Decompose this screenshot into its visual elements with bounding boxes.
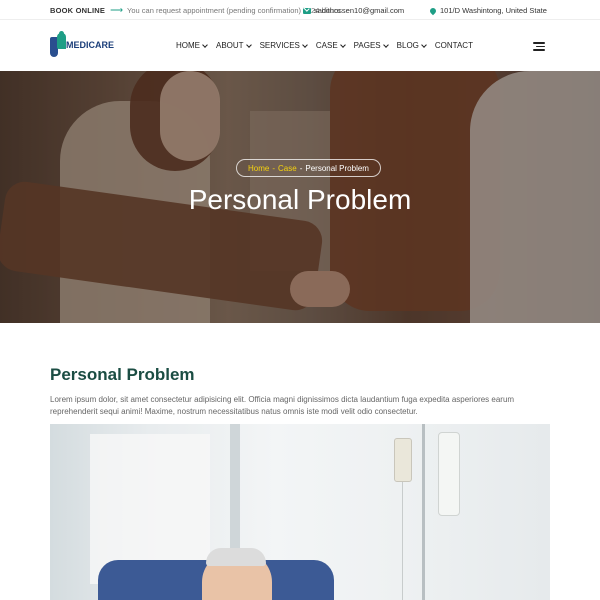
chevron-down-icon [302,41,308,48]
email-text[interactable]: sadithossen10@gmail.com [314,6,404,15]
breadcrumb-current: Personal Problem [305,163,369,173]
nav-item-services[interactable]: SERVICES [259,41,308,50]
nav-label: BLOG [396,41,419,50]
chevron-down-icon [382,41,389,48]
chevron-down-icon [202,41,208,48]
nav-item-pages[interactable]: PAGES [353,41,389,50]
mail-icon [303,7,311,14]
breadcrumb: Home - Case - Personal Problem [236,159,381,177]
location-pin-icon [428,6,438,15]
photo-iv-tube [402,482,403,600]
chevron-down-icon [339,41,346,48]
breadcrumb-home[interactable]: Home [248,164,269,173]
chevron-down-icon [421,41,427,48]
photo-iv-bag [438,432,460,516]
book-online-link[interactable]: BOOK ONLINE [50,6,105,15]
section-paragraph: Lorem ipsum dolor, sit amet consectetur … [50,395,515,416]
section-title: Personal Problem [50,365,195,384]
booking-info: BOOK ONLINE ⟶ You can request appointmen… [50,5,340,16]
top-info-bar: BOOK ONLINE ⟶ You can request appointmen… [0,0,600,20]
breadcrumb-separator: - [272,163,276,173]
nav-label: PAGES [353,41,381,50]
photo-patient-hair [206,548,266,566]
case-photo [50,424,550,600]
nav-label: CONTACT [434,41,473,50]
chevron-down-icon [245,41,252,48]
logo-mark-icon [50,31,66,59]
nav-label: HOME [176,41,200,50]
nav-item-blog[interactable]: BLOG [396,41,427,50]
nav-item-contact[interactable]: CONTACT [435,41,473,50]
page-title: Personal Problem [188,184,412,215]
nav-label: SERVICES [259,41,300,50]
nav-item-case[interactable]: CASE [315,41,346,50]
site-logo[interactable]: MEDICARE [50,31,114,59]
photo-iv-pole [422,424,425,600]
contact-email[interactable]: sadithossen10@gmail.com [303,6,404,15]
main-header: MEDICARE HOME ABOUT SERVICES CASE PAGES … [0,20,600,71]
breadcrumb-case[interactable]: Case [278,164,297,173]
contact-address: 101/D Washintong, United State [428,6,547,15]
photo-iv-drip [394,438,412,482]
hamburger-menu-icon[interactable] [533,42,545,51]
nav-item-home[interactable]: HOME [176,41,208,50]
logo-text: MEDICARE [66,40,115,50]
main-nav: HOME ABOUT SERVICES CASE PAGES BLOG CONT… [176,41,482,50]
nav-label: ABOUT [216,41,244,50]
nav-label: CASE [315,41,338,50]
address-text: 101/D Washintong, United State [440,6,547,15]
breadcrumb-separator: - [299,163,303,173]
arrow-right-icon: ⟶ [110,5,124,15]
nav-item-about[interactable]: ABOUT [216,41,252,50]
hero-banner: Home - Case - Personal Problem Personal … [0,71,600,323]
